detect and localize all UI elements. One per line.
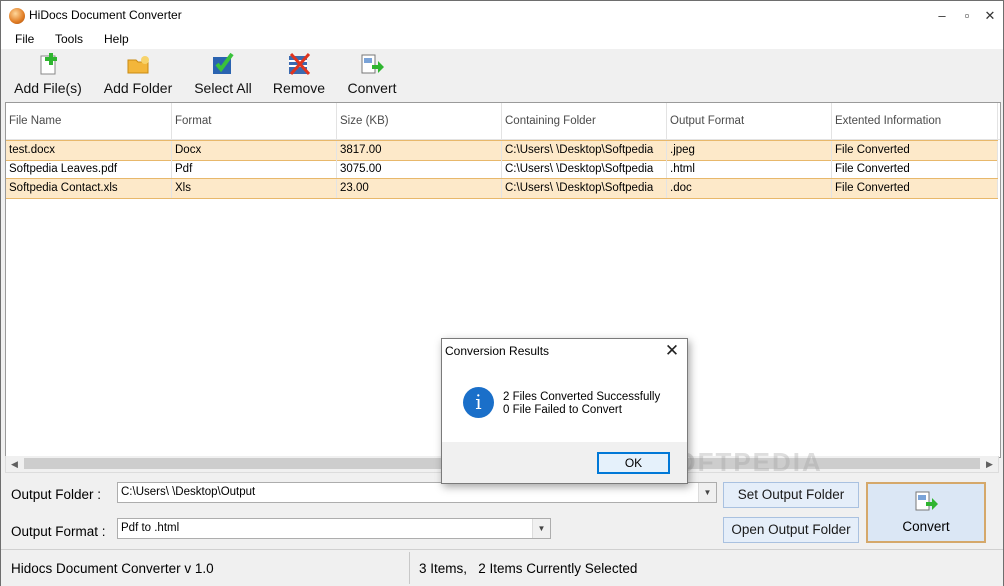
- convert-icon: [913, 488, 939, 514]
- select-all-icon: [210, 51, 236, 77]
- dialog-message-failed: 0 File Failed to Convert: [503, 404, 622, 416]
- column-header[interactable]: Format: [172, 103, 337, 139]
- column-header[interactable]: Size (KB): [337, 103, 502, 139]
- folder-icon: [125, 51, 151, 77]
- table-cell: Docx: [172, 141, 337, 160]
- add-files-button[interactable]: Add File(s): [13, 51, 83, 99]
- ok-button[interactable]: OK: [597, 452, 670, 474]
- status-divider: [409, 552, 410, 584]
- maximize-button[interactable]: ▫: [956, 6, 978, 26]
- app-logo-icon: [9, 8, 25, 24]
- table-cell: 23.00: [337, 179, 502, 198]
- remove-icon: [286, 51, 312, 77]
- scroll-left-icon[interactable]: ◀: [6, 456, 23, 472]
- convert-toolbar-label: Convert: [347, 80, 397, 96]
- table-cell: 3817.00: [337, 141, 502, 160]
- table-cell: 3075.00: [337, 160, 502, 179]
- table-cell: Softpedia Contact.xls: [6, 179, 172, 198]
- output-format-label: Output Format :: [11, 524, 106, 539]
- set-output-folder-button[interactable]: Set Output Folder: [723, 482, 859, 508]
- table-cell: .html: [667, 160, 832, 179]
- add-folder-label: Add Folder: [103, 80, 173, 96]
- dialog-title: Conversion Results: [445, 344, 550, 358]
- add-files-label: Add File(s): [14, 80, 82, 96]
- dialog-message-success: 2 Files Converted Successfully: [503, 391, 661, 403]
- chevron-down-icon[interactable]: ▼: [532, 519, 550, 538]
- status-bar: Hidocs Document Converter v 1.0 3 Items,…: [1, 549, 1003, 586]
- table-cell: File Converted: [832, 141, 998, 160]
- output-folder-combo[interactable]: C:\Users\ \Desktop\Output ▼: [117, 482, 717, 503]
- version-status: Hidocs Document Converter v 1.0: [11, 561, 214, 576]
- conversion-results-dialog: Conversion Results ✕ i 2 Files Converted…: [441, 338, 688, 484]
- menu-help[interactable]: Help: [104, 32, 129, 46]
- convert-icon: [359, 51, 385, 77]
- menu-tools[interactable]: Tools: [55, 32, 83, 46]
- scroll-right-icon[interactable]: ▶: [981, 456, 998, 472]
- table-cell: test.docx: [6, 141, 172, 160]
- menu-file[interactable]: File: [15, 32, 34, 46]
- table-cell: File Converted: [832, 179, 998, 198]
- output-format-select[interactable]: Pdf to .html ▼: [117, 518, 551, 539]
- table-cell: .jpeg: [667, 141, 832, 160]
- column-header[interactable]: Extented Information: [832, 103, 998, 139]
- chevron-down-icon[interactable]: ▼: [698, 483, 716, 502]
- table-row[interactable]: Softpedia Leaves.pdf Pdf 3075.00 C:\User…: [6, 160, 998, 179]
- output-folder-value: C:\Users\ \Desktop\Output: [121, 486, 256, 498]
- table-row[interactable]: Softpedia Contact.xls Xls 23.00 C:\Users…: [6, 178, 998, 199]
- remove-button[interactable]: Remove: [271, 51, 327, 99]
- table-row[interactable]: test.docx Docx 3817.00 C:\Users\ \Deskto…: [6, 140, 998, 161]
- table-cell: Xls: [172, 179, 337, 198]
- app-window: HiDocs Document Converter – ▫ ✕ File Too…: [0, 0, 1004, 586]
- close-button[interactable]: ✕: [979, 6, 1001, 26]
- table-cell: Pdf: [172, 160, 337, 179]
- convert-button[interactable]: Convert: [866, 482, 986, 543]
- title-bar: HiDocs Document Converter – ▫ ✕: [1, 1, 1003, 31]
- output-format-value: Pdf to .html: [121, 522, 180, 534]
- select-all-label: Select All: [194, 80, 252, 96]
- table-cell: Softpedia Leaves.pdf: [6, 160, 172, 179]
- toolbar: Add File(s) Add Folder Select All Remove…: [1, 49, 1003, 101]
- column-header[interactable]: Output Format: [667, 103, 832, 139]
- convert-toolbar-button[interactable]: Convert: [343, 51, 401, 99]
- minimize-button[interactable]: –: [931, 6, 953, 26]
- column-header[interactable]: Containing Folder: [502, 103, 667, 139]
- window-title: HiDocs Document Converter: [29, 8, 182, 22]
- select-all-button[interactable]: Select All: [191, 51, 255, 99]
- open-output-folder-button[interactable]: Open Output Folder: [723, 517, 859, 543]
- table-cell: File Converted: [832, 160, 998, 179]
- table-cell: C:\Users\ \Desktop\Softpedia: [502, 179, 667, 198]
- column-header[interactable]: File Name: [6, 103, 172, 139]
- dialog-close-icon[interactable]: ✕: [663, 341, 681, 361]
- table-cell: C:\Users\ \Desktop\Softpedia: [502, 141, 667, 160]
- add-folder-button[interactable]: Add Folder: [101, 51, 175, 99]
- table-cell: .doc: [667, 179, 832, 198]
- output-folder-label: Output Folder :: [11, 487, 102, 502]
- add-file-icon: [35, 51, 61, 77]
- selection-status: 3 Items, 2 Items Currently Selected: [419, 561, 638, 576]
- table-header: File Name Format Size (KB) Containing Fo…: [6, 103, 1000, 140]
- convert-button-label: Convert: [902, 519, 950, 534]
- menu-bar: File Tools Help: [1, 31, 1003, 49]
- remove-label: Remove: [272, 80, 326, 96]
- dialog-footer: OK: [442, 442, 687, 483]
- table-cell: C:\Users\ \Desktop\Softpedia: [502, 160, 667, 179]
- info-icon: i: [463, 387, 494, 418]
